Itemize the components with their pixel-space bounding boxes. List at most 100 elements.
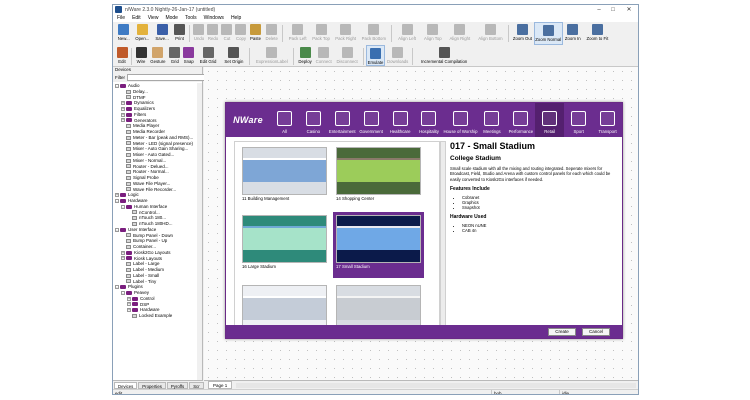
emulate-button[interactable]: Emulate [365, 45, 386, 66]
category-healthcare[interactable]: Healthcare [386, 103, 415, 137]
menu-view[interactable]: View [148, 15, 159, 21]
zoom-to-fit-button[interactable]: Zoom to Fit [583, 22, 612, 45]
toolbar-label: Set Origin [224, 59, 244, 64]
tab-pyroffs[interactable]: Pyroffs [166, 381, 189, 389]
downloads-button[interactable]: Downloads [385, 45, 410, 66]
expand-icon[interactable]: + [127, 302, 131, 307]
collapse-icon[interactable]: - [121, 290, 125, 295]
features-item: Snapshot [462, 205, 618, 210]
expressionlabel-button[interactable]: ExpressionLabel [252, 45, 291, 66]
gesture-hand-icon [152, 47, 164, 58]
menu-file[interactable]: File [117, 15, 125, 21]
menu-tools[interactable]: Tools [185, 15, 197, 21]
toolbar-label: Open... [135, 36, 150, 41]
category-government[interactable]: Government [357, 103, 386, 137]
template-thumbnail-17-small-stadium[interactable]: 17 Small Stadium [333, 212, 424, 278]
align-right-button[interactable]: Align Right [445, 22, 474, 45]
collapse-icon[interactable]: - [115, 198, 119, 203]
pack-top-button[interactable]: Pack Top [310, 22, 332, 45]
zoom-normal-button[interactable]: Zoom Normal [533, 22, 563, 45]
cut-button[interactable]: Cut [220, 22, 234, 45]
category-casino[interactable]: Casino [299, 103, 328, 137]
expand-icon[interactable]: + [115, 193, 119, 198]
pack-left-icon [292, 24, 304, 35]
align-left-button[interactable]: Align Left [394, 22, 421, 45]
expand-icon[interactable]: + [121, 256, 125, 261]
tab-page-1[interactable]: Page 1 [208, 381, 233, 389]
gallery-scrollbar[interactable] [440, 141, 446, 327]
new-button[interactable]: New... [115, 22, 132, 45]
toolbar-label: Disconnect [336, 59, 358, 64]
device-icon [126, 273, 131, 278]
template-thumbnail-14-shopping-center[interactable]: 14 Shopping Center [333, 144, 424, 210]
category-retail[interactable]: Retail [535, 103, 565, 137]
category-house-of-worship[interactable]: House of Worship [443, 103, 478, 137]
category-meetings[interactable]: Meetings [478, 103, 507, 137]
category-sport[interactable]: Sport [564, 103, 593, 137]
redo-button[interactable]: Redo [206, 22, 220, 45]
disconnect-button[interactable]: Disconnect [334, 45, 361, 66]
collapse-icon[interactable]: - [115, 285, 119, 290]
gesture-button[interactable]: Gesture [148, 45, 168, 66]
cancel-button[interactable]: Cancel [582, 328, 610, 336]
pack-right-button[interactable]: Pack Right [332, 22, 359, 45]
hospital-icon [392, 111, 408, 126]
tab-scr[interactable]: Scr [189, 381, 204, 389]
create-button[interactable]: Create [548, 328, 576, 336]
category-transport[interactable]: Transport [593, 103, 622, 137]
maximize-icon[interactable]: □ [606, 5, 620, 14]
expand-icon[interactable]: + [121, 250, 125, 255]
align-bottom-button[interactable]: Align Bottom [475, 22, 507, 45]
set-origin-button[interactable]: Set Origin [220, 45, 247, 66]
grid-button[interactable]: Grid [168, 45, 182, 66]
collapse-icon[interactable]: - [115, 83, 119, 88]
zoom-out-button[interactable]: Zoom Out [511, 22, 533, 45]
connect-button[interactable]: Connect [314, 45, 334, 66]
template-thumbnail-item-5[interactable] [333, 282, 424, 326]
incremental-compilation-button[interactable]: Incremental Compilation [415, 45, 473, 66]
category-hospitality[interactable]: Hospitality [415, 103, 444, 137]
print-button[interactable]: Print [172, 22, 187, 45]
tab-devices[interactable]: Devices [114, 381, 138, 389]
filter-label: Filter [115, 75, 125, 80]
expand-icon[interactable]: + [121, 101, 125, 106]
canvas-hscrollbar[interactable] [236, 382, 636, 388]
category-entertainment[interactable]: Entertainment [328, 103, 357, 137]
menu-windows[interactable]: Windows [204, 15, 224, 21]
copy-button[interactable]: Copy [234, 22, 248, 45]
expand-icon[interactable]: + [127, 308, 131, 313]
category-performance[interactable]: Performance [506, 103, 535, 137]
expand-icon[interactable]: + [121, 106, 125, 111]
tree-node-locked-example[interactable]: Locked Example [113, 313, 202, 319]
category-all[interactable]: All [270, 103, 299, 137]
collapse-icon[interactable]: - [115, 227, 119, 232]
delete-button[interactable]: Delete [263, 22, 280, 45]
align-top-button[interactable]: Align Top [421, 22, 446, 45]
open-button[interactable]: Open... [132, 22, 152, 45]
expand-icon[interactable]: + [127, 296, 131, 301]
template-thumbnail-11-building-management[interactable]: 11 Building Management [239, 144, 330, 210]
collapse-icon[interactable]: - [121, 204, 125, 209]
deploy-button[interactable]: Deploy [296, 45, 313, 66]
pack-bottom-button[interactable]: Pack Bottom [359, 22, 388, 45]
undo-button[interactable]: Undo [192, 22, 206, 45]
close-icon[interactable]: ✕ [620, 5, 638, 14]
wire-button[interactable]: Wire [134, 45, 148, 66]
template-thumbnail-item-4[interactable] [239, 282, 330, 326]
snap-button[interactable]: Snap [182, 45, 196, 66]
expand-icon[interactable]: + [121, 112, 125, 117]
pack-left-button[interactable]: Pack Left [285, 22, 310, 45]
menu-help[interactable]: Help [231, 15, 241, 21]
expand-icon[interactable]: + [121, 118, 125, 123]
tab-properties[interactable]: Properties [138, 381, 166, 389]
edit-grid-button[interactable]: Edit Grid [196, 45, 221, 66]
paste-button[interactable]: Paste [248, 22, 263, 45]
edit-button[interactable]: Edit [115, 45, 129, 66]
save-button[interactable]: Save... [152, 22, 172, 45]
menu-edit[interactable]: Edit [132, 15, 141, 21]
menu-mode[interactable]: Mode [165, 15, 178, 21]
minimize-icon[interactable]: – [592, 5, 606, 14]
tree-scrollbar[interactable] [197, 83, 202, 380]
zoom-in-button[interactable]: Zoom In [563, 22, 583, 45]
template-thumbnail-16-large-stadium[interactable]: 16 Large Stadium [239, 212, 330, 278]
